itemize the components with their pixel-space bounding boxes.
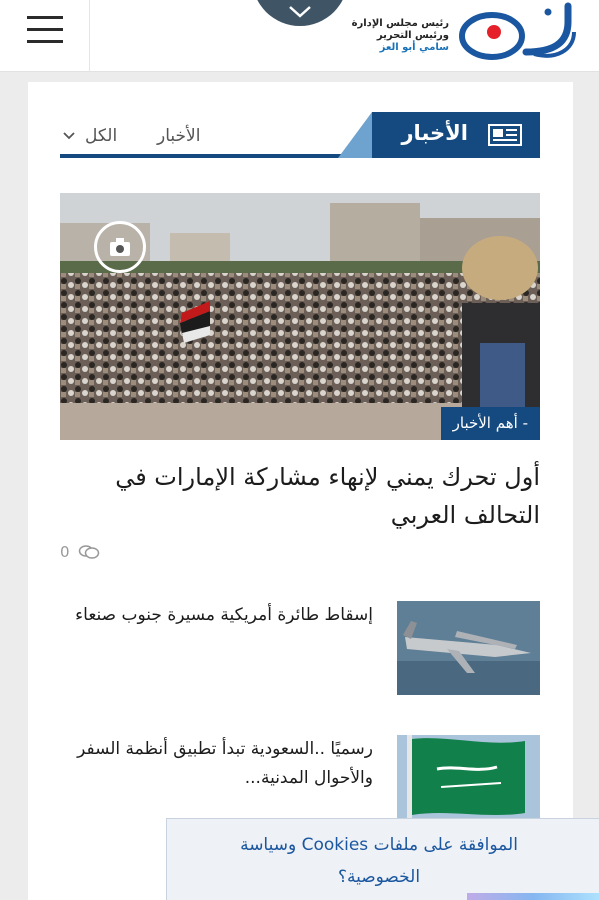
credit-line-1: رئيس مجلس الإدارة <box>351 18 449 29</box>
menu-bar-icon <box>27 40 63 43</box>
drone-image <box>397 601 540 695</box>
section-slant-decoration <box>338 112 372 158</box>
hamburger-menu-button[interactable] <box>0 0 90 72</box>
tab-all[interactable]: الكل <box>85 126 117 146</box>
editor-credits: رئيس مجلس الإدارة ورئيس التحرير سامي أبو… <box>352 18 449 54</box>
article-title[interactable]: رسميًا ..السعودية تبدأ تطبيق أنظمة السفر… <box>53 735 373 793</box>
top-news-badge[interactable]: - أهم الأخبار <box>440 407 540 440</box>
featured-headline[interactable]: أول تحرك يمني لإنهاء مشاركة الإمارات في … <box>70 458 540 534</box>
cookie-bar-glow <box>467 893 599 900</box>
tab-news[interactable]: الأخبار <box>157 126 200 146</box>
comment-count[interactable]: 0 <box>60 543 100 561</box>
gallery-button[interactable] <box>94 221 146 273</box>
cookie-consent-bar[interactable]: الموافقة على ملفات Cookies وسياسة الخصوص… <box>166 818 599 900</box>
article-thumbnail[interactable] <box>397 735 540 829</box>
comments-icon <box>79 545 100 559</box>
article-thumbnail[interactable] <box>397 601 540 695</box>
menu-bar-icon <box>27 16 63 19</box>
cookie-consent-text[interactable]: الموافقة على ملفات Cookies وسياسة الخصوص… <box>199 829 559 893</box>
chevron-down-icon[interactable] <box>63 132 75 140</box>
featured-image[interactable]: - أهم الأخبار <box>60 193 540 440</box>
newspaper-icon <box>488 124 522 146</box>
section-title: الأخبار <box>401 121 468 145</box>
section-title-box[interactable]: الأخبار <box>372 112 540 158</box>
menu-bar-icon <box>27 28 63 31</box>
noon-logo[interactable] <box>456 2 580 66</box>
credit-editor-name: سامي أبو العز <box>379 42 449 53</box>
news-section-header: الأخبار الأخبار الكل <box>60 112 540 158</box>
camera-icon <box>110 238 130 256</box>
credit-line-2: ورئيس التحرير <box>376 30 449 41</box>
chevron-down-icon <box>289 6 311 18</box>
article-title[interactable]: إسقاط طائرة أمريكية مسيرة جنوب صنعاء <box>53 601 373 630</box>
noon-logo-icon <box>459 2 576 60</box>
comment-count-value: 0 <box>60 543 70 561</box>
saudi-flag-image <box>397 735 540 829</box>
